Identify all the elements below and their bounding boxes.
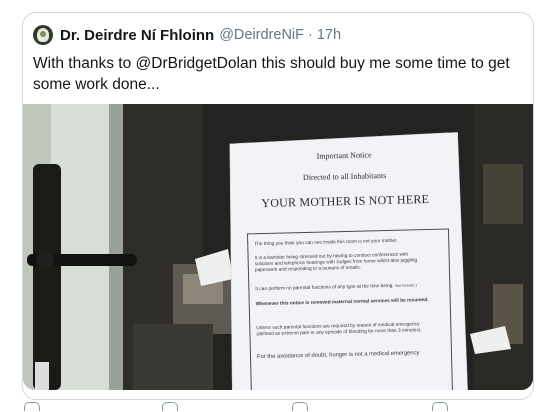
author-name[interactable]: Dr. Deirdre Ní Fhloinn xyxy=(60,27,214,44)
tweet-photo[interactable]: Important Notice Directed to all Inhabit… xyxy=(23,104,533,390)
tweet-text-line-2: some work done... xyxy=(33,76,160,93)
retweet-icon[interactable] xyxy=(162,402,178,411)
avatar[interactable] xyxy=(33,25,53,45)
author-handle[interactable]: @DeirdreNiF xyxy=(219,27,304,43)
tweet-header: Dr. Deirdre Ní Fhloinn @DeirdreNiF · 17h xyxy=(33,25,341,45)
tweet-text-line-1: With thanks to @DrBridgetDolan this shou… xyxy=(33,55,510,72)
photo-scene xyxy=(23,104,533,390)
tweet-text: With thanks to @DrBridgetDolan this shou… xyxy=(33,53,523,95)
tweet-card[interactable]: Dr. Deirdre Ní Fhloinn @DeirdreNiF · 17h… xyxy=(22,12,534,400)
tweet-actions xyxy=(22,402,532,412)
separator-dot: · xyxy=(308,27,313,43)
tweet-timestamp[interactable]: 17h xyxy=(317,27,341,43)
reply-icon[interactable] xyxy=(24,402,40,411)
share-icon[interactable] xyxy=(432,402,448,411)
like-icon[interactable] xyxy=(292,402,308,411)
